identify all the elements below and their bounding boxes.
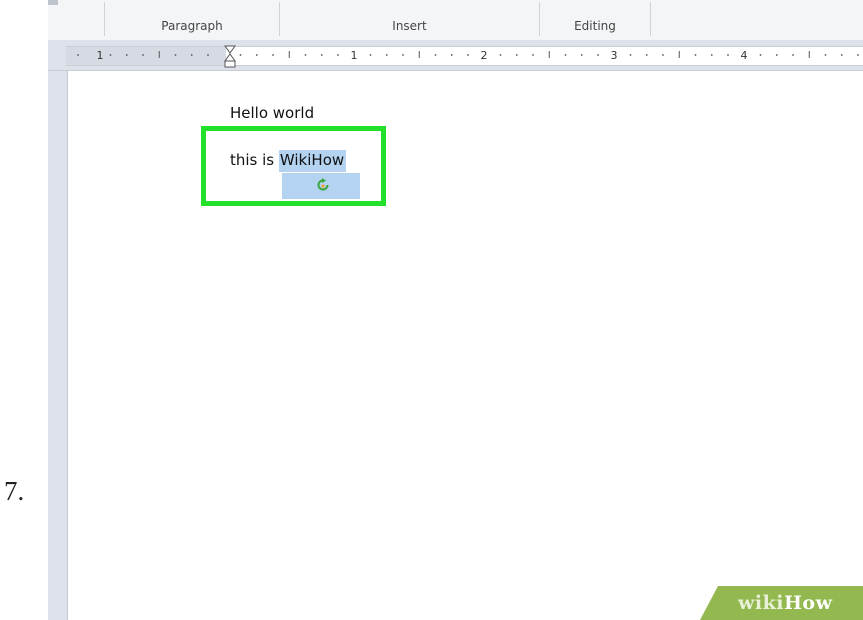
ruler-dot: [597, 54, 599, 56]
ribbon-group-paragraph-label: Paragraph: [161, 19, 223, 33]
ruler-number: 4: [741, 49, 748, 62]
ribbon-group-insert[interactable]: Insert: [280, 0, 539, 40]
ruler-dot: [710, 54, 713, 56]
ruler-dot: [402, 54, 404, 56]
ruler-dot: [727, 54, 729, 56]
ruler-dot: [857, 54, 859, 56]
ruler-dot: [207, 54, 209, 56]
watermark-wiki: wiki: [738, 592, 784, 614]
ruler-dot: [662, 54, 664, 56]
ribbon-group-editing[interactable]: Editing: [540, 0, 650, 40]
ruler-dot: [792, 54, 794, 56]
ruler-number: 3: [611, 49, 618, 62]
ruler-dot: [434, 54, 437, 56]
ruler-dot: [125, 54, 128, 56]
ruler-dot: [629, 54, 632, 56]
wikihow-watermark: wikiHow: [700, 586, 863, 620]
document-line-1[interactable]: Hello world: [230, 104, 314, 122]
ruler-dot: [775, 54, 778, 56]
page-gutter: [48, 71, 67, 620]
ruler-number: 1: [351, 49, 358, 62]
ruler-dot: [304, 54, 307, 56]
ruler-dot: [759, 54, 762, 56]
ruler-dot: [694, 54, 697, 56]
ribbon-group-editing-label: Editing: [574, 19, 616, 33]
document-page[interactable]: Hello world this is WikiHow: [67, 71, 863, 620]
ruler-dot: [564, 54, 567, 56]
screenshot-canvas: 7. Paragraph Insert Editing 1 1 2 3 4 He…: [0, 0, 863, 620]
ruler-dot: [450, 54, 453, 56]
ruler-dot: [824, 54, 827, 56]
ruler-dot: [645, 54, 648, 56]
ruler-dot: [77, 54, 79, 56]
ruler-dot: [109, 54, 112, 56]
ruler-dot: [580, 54, 583, 56]
wordpad-window: Paragraph Insert Editing 1 1 2 3 4 Hello…: [48, 0, 863, 620]
ruler-dot: [174, 54, 177, 56]
ruler-dot: [337, 54, 339, 56]
ribbon-group-paragraph[interactable]: Paragraph: [105, 0, 279, 40]
ruler-dot: [369, 54, 372, 56]
watermark-text: wikiHow: [738, 592, 832, 614]
ruler-dot: [515, 54, 518, 56]
ruler-number: 1: [97, 49, 104, 62]
watermark-how: How: [783, 592, 833, 614]
ruler-dot: [532, 54, 534, 56]
ruler-dot: [499, 54, 502, 56]
ribbon-edge: [48, 0, 58, 5]
step-number: 7.: [4, 476, 25, 506]
ruler-dot: [385, 54, 388, 56]
ribbon-separator: [650, 2, 651, 36]
ruler-dot: [190, 54, 193, 56]
highlight-box: [201, 126, 386, 206]
ruler-dot: [272, 54, 274, 56]
ribbon-group-insert-label: Insert: [392, 19, 427, 33]
ruler-dot: [142, 54, 144, 56]
ruler-dot: [840, 54, 843, 56]
ruler-dot: [255, 54, 258, 56]
ruler-dot: [467, 54, 469, 56]
ruler-marks: 1 1 2 3 4: [77, 45, 859, 68]
ruler-dot: [320, 54, 323, 56]
ribbon-group-labels: Paragraph Insert Editing: [48, 0, 863, 41]
indent-marker-icon[interactable]: [224, 45, 236, 68]
ruler-number: 2: [481, 49, 488, 62]
ruler-dot: [239, 54, 242, 56]
